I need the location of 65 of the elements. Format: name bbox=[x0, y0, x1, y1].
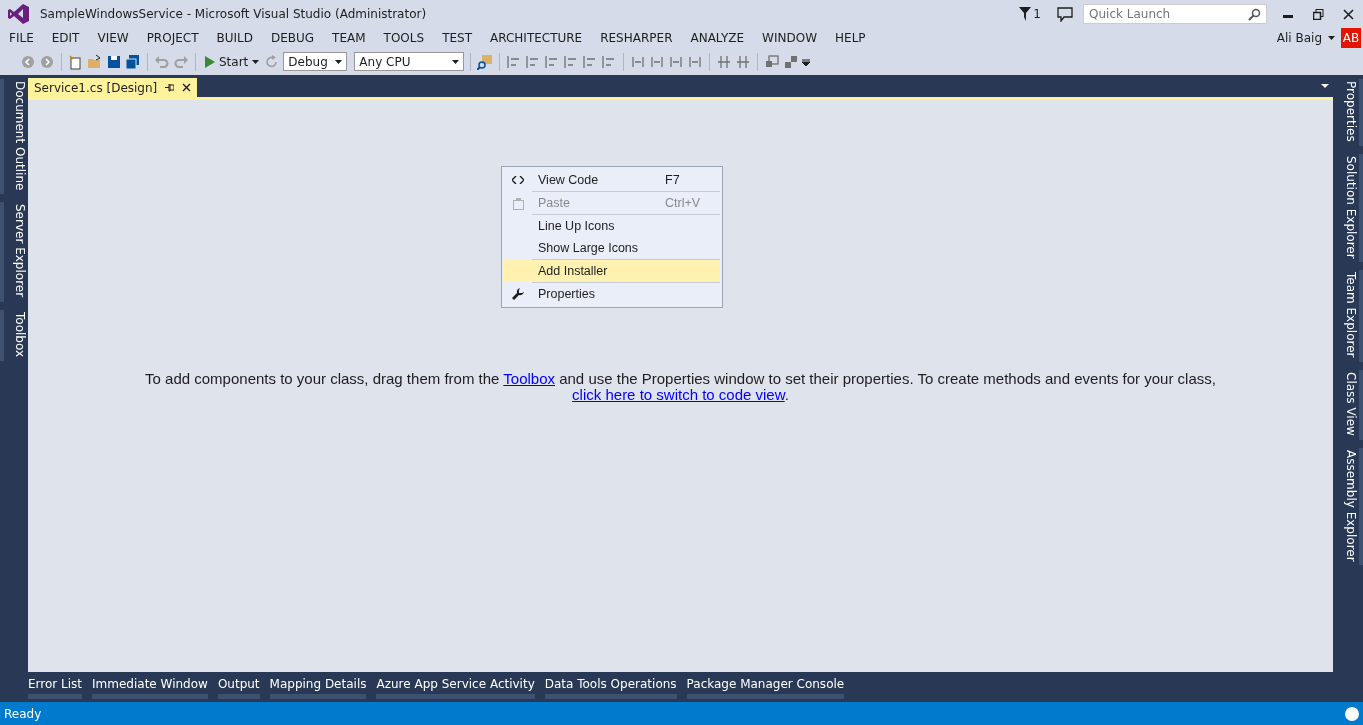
menu-item[interactable]: EDIT bbox=[42, 31, 89, 45]
context-menu-item[interactable]: Show Large Icons bbox=[504, 237, 720, 259]
menu-item[interactable]: HELP bbox=[826, 31, 875, 45]
forward-icon[interactable] bbox=[39, 53, 55, 70]
document-tab[interactable]: Service1.cs [Design] bbox=[28, 78, 198, 97]
side-panel-tab[interactable]: Assembly Explorer bbox=[1333, 447, 1363, 566]
designer-hint-text: To add components to your class, drag them from the Toolbox and use the Properties window to set their properties. To create methods and events for your class, click here to switch to code view. bbox=[144, 371, 1217, 403]
context-menu-item[interactable]: Properties bbox=[504, 283, 720, 305]
start-button[interactable]: Start bbox=[202, 54, 262, 69]
logo-icon bbox=[8, 3, 30, 25]
find-in-files-icon[interactable] bbox=[477, 53, 494, 70]
close-icon[interactable] bbox=[1342, 8, 1354, 20]
tab-list-dropdown-icon[interactable] bbox=[1321, 84, 1329, 88]
caret-icon bbox=[1328, 36, 1335, 40]
menu-item[interactable]: TEAM bbox=[323, 31, 375, 45]
side-panel-tab[interactable]: Properties bbox=[1333, 79, 1363, 146]
save-all-icon[interactable] bbox=[125, 53, 141, 70]
caret-icon bbox=[452, 59, 460, 64]
close-icon[interactable] bbox=[182, 83, 192, 92]
context-menu-item[interactable]: Add Installer bbox=[504, 260, 720, 282]
menu-item[interactable]: TEST bbox=[433, 31, 481, 45]
user-menu[interactable]: Ali Baig bbox=[1276, 31, 1335, 45]
horizontal-spacing-icon[interactable] bbox=[716, 53, 733, 70]
new-item-icon[interactable] bbox=[68, 53, 84, 70]
menu-item[interactable]: TOOLS bbox=[374, 31, 434, 45]
clipboard-icon bbox=[512, 196, 524, 210]
side-panel-tab[interactable]: Solution Explorer bbox=[1333, 153, 1363, 263]
menu-item[interactable]: ARCHITECTURE bbox=[481, 31, 592, 45]
context-menu-item[interactable]: Line Up Icons bbox=[504, 215, 720, 237]
side-panel-tab[interactable]: Class View bbox=[1333, 369, 1363, 440]
menu-item[interactable]: FILE bbox=[0, 31, 43, 45]
user-avatar[interactable]: AB bbox=[1341, 28, 1361, 48]
menu-item[interactable]: RESHARPER bbox=[591, 31, 682, 45]
menu-item[interactable]: ANALYZE bbox=[681, 31, 754, 45]
caret-icon bbox=[335, 59, 343, 64]
back-icon[interactable] bbox=[20, 53, 36, 70]
side-panel-tab[interactable]: Team Explorer bbox=[1333, 270, 1363, 362]
switch-to-code-link[interactable]: click here to switch to code view bbox=[572, 386, 785, 403]
send-to-back-icon[interactable] bbox=[783, 53, 800, 70]
context-menu-item[interactable]: View Code F7 bbox=[504, 169, 720, 191]
vertical-spacing-icon[interactable] bbox=[735, 53, 752, 70]
pin-icon[interactable] bbox=[165, 83, 175, 92]
play-icon bbox=[204, 55, 215, 68]
toolbox-link[interactable]: Toolbox bbox=[503, 370, 555, 387]
quick-launch-field[interactable]: Quick Launch bbox=[1083, 4, 1267, 24]
save-icon[interactable] bbox=[106, 53, 122, 70]
notification-circle-icon[interactable] bbox=[1345, 706, 1359, 721]
restore-icon[interactable] bbox=[1312, 8, 1324, 20]
redo-icon[interactable] bbox=[173, 53, 189, 70]
menu-item[interactable]: BUILD bbox=[207, 31, 262, 45]
menu-item[interactable]: PROJECT bbox=[137, 31, 208, 45]
bring-to-front-icon[interactable] bbox=[764, 53, 781, 70]
caret-icon bbox=[252, 59, 260, 64]
menu-item[interactable]: VIEW bbox=[88, 31, 138, 45]
code-brackets-icon bbox=[512, 176, 524, 184]
menu-item[interactable]: DEBUG bbox=[261, 31, 324, 45]
status-text: Ready bbox=[4, 706, 42, 721]
feedback-icon[interactable] bbox=[1057, 6, 1073, 22]
configuration-dropdown[interactable]: Debug bbox=[283, 52, 348, 71]
platform-dropdown[interactable]: Any CPU bbox=[354, 52, 465, 71]
window-title: SampleWindowsService - Microsoft Visual Studio (Administrator) bbox=[40, 7, 428, 21]
menu-item[interactable]: WINDOW bbox=[753, 31, 827, 45]
wrench-icon bbox=[512, 288, 524, 300]
open-folder-icon[interactable] bbox=[87, 53, 103, 70]
toolbar-overflow-icon[interactable] bbox=[802, 57, 811, 66]
